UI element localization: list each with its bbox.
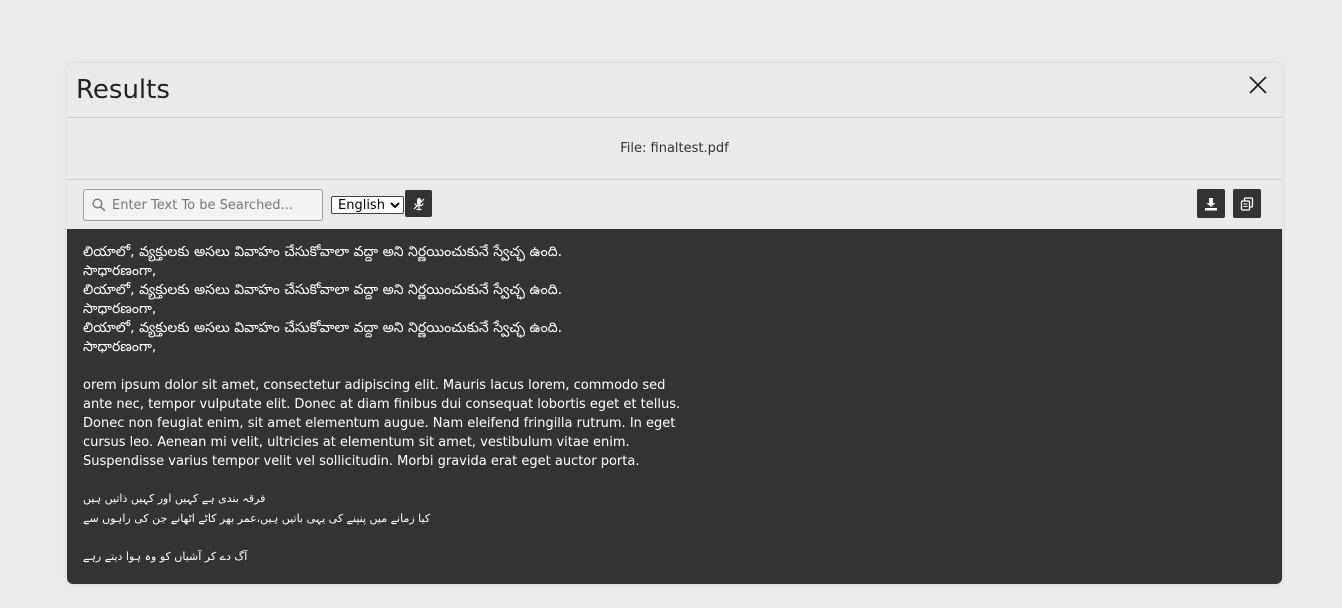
text-line: లియాలో, వ్యక్తులకు అసలు వివాహం చేసుకోవాల… <box>83 282 563 298</box>
latin-paragraph: orem ipsum dolor sit amet, consectetur a… <box>83 378 681 469</box>
search-box <box>83 189 323 221</box>
text-line: లియాలో, వ్యక్తులకు అసలు వివాహం చేసుకోవాల… <box>83 320 563 336</box>
toolbar: English <box>67 180 1282 229</box>
text-line: فرقہ بندی ہے کہیں اور کہیں ذاتیں ہیں <box>83 492 266 505</box>
download-icon <box>1205 197 1217 210</box>
close-button[interactable] <box>1246 73 1270 97</box>
results-modal: Results File: finaltest.pdf English <box>67 63 1282 584</box>
text-line: సాధారణంగా, <box>83 301 157 317</box>
telugu-text-block: లియాలో, వ్యక్తులకు అసలు వివాహం చేసుకోవాల… <box>83 243 1266 357</box>
urdu-text-block: فرقہ بندی ہے کہیں اور کہیں ذاتیں ہیں کیا… <box>83 489 1266 567</box>
close-icon <box>1249 76 1267 94</box>
file-info: File: finaltest.pdf <box>67 118 1282 180</box>
modal-header: Results <box>67 63 1282 118</box>
copy-icon <box>1240 196 1254 211</box>
text-line: సాధారణంగా, <box>83 339 157 355</box>
file-label: File: finaltest.pdf <box>620 141 729 156</box>
modal-title: Results <box>76 75 170 105</box>
results-content: లియాలో, వ్యక్తులకు అసలు వివాహం చేసుకోవాల… <box>67 229 1282 584</box>
copy-button[interactable] <box>1233 189 1261 218</box>
text-line: లియాలో, వ్యక్తులకు అసలు వివాహం చేసుకోవాల… <box>83 244 563 260</box>
microphone-off-icon <box>413 197 424 210</box>
language-select[interactable]: English <box>331 196 404 214</box>
voice-search-button[interactable] <box>405 190 432 217</box>
search-icon <box>92 198 106 212</box>
download-button[interactable] <box>1197 189 1225 218</box>
text-line: کیا زمانے میں پنپنے کی یہی باتیں ہیں،عمر… <box>83 512 431 525</box>
text-line: సాధారణంగా, <box>83 263 157 279</box>
text-line: آگ دے کر آشیاں کو وہ ہوا دیتے رہے <box>83 550 248 563</box>
search-input[interactable] <box>112 197 312 213</box>
